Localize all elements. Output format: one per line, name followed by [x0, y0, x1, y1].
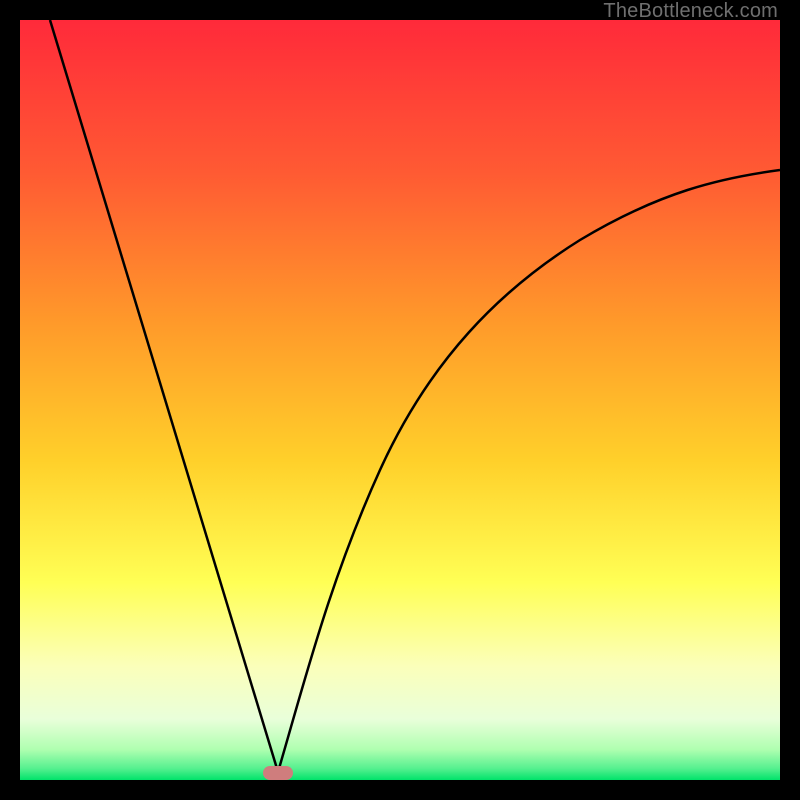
- curve-left-branch: [50, 20, 278, 772]
- watermark-text: TheBottleneck.com: [603, 0, 778, 23]
- optimal-point-marker: [263, 766, 293, 780]
- bottleneck-curve: [20, 20, 780, 780]
- curve-right-branch: [278, 170, 780, 772]
